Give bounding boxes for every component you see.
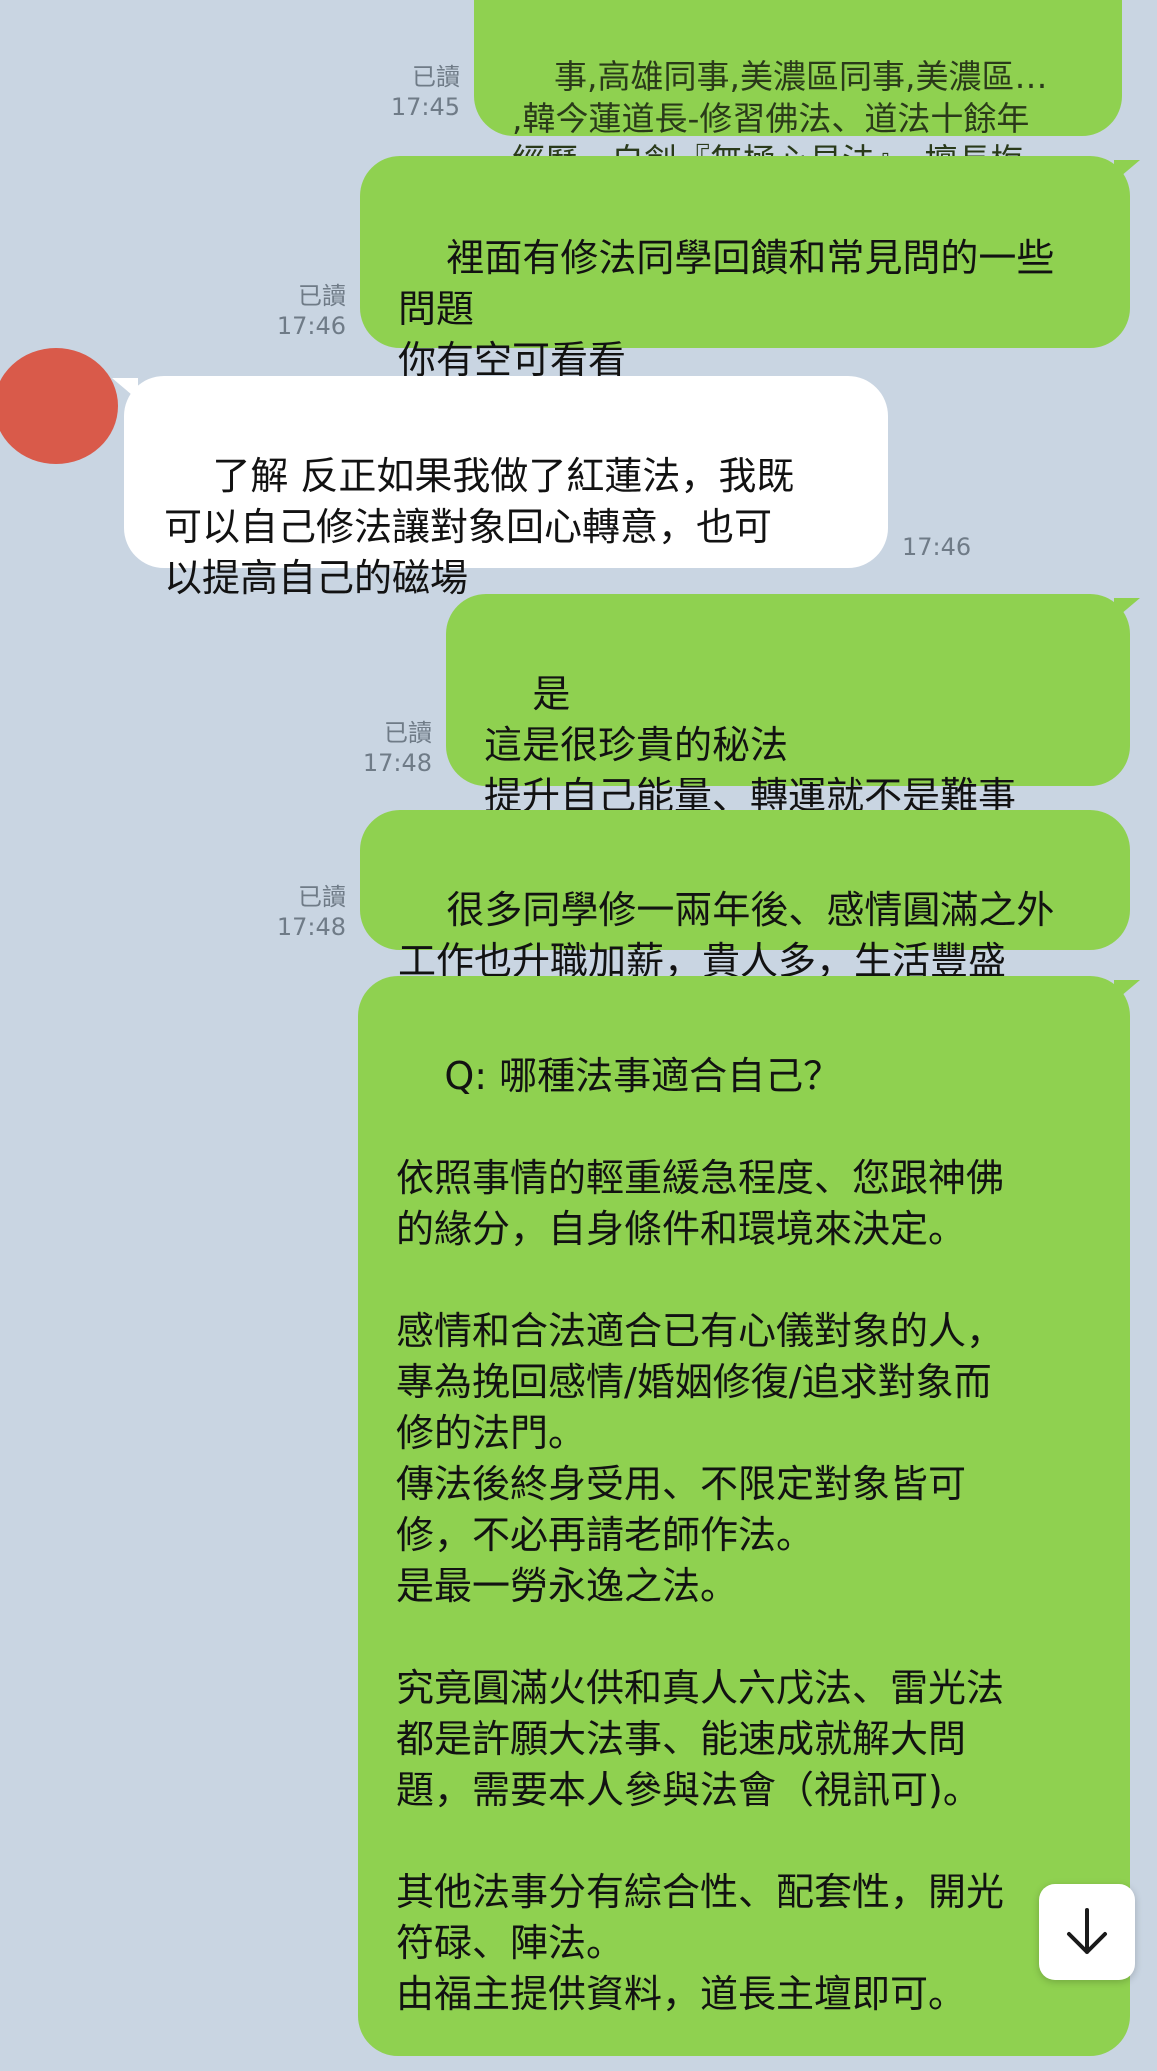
read-receipt: 已讀: [384, 719, 432, 747]
scroll-to-bottom-button[interactable]: [1039, 1884, 1135, 1980]
message-meta: 已讀 17:45: [370, 62, 460, 122]
message-meta: 已讀 17:48: [342, 718, 432, 778]
message-text: 是 這是很珍貴的秘法 提升自己能量、轉運就不是難事: [484, 672, 1017, 818]
read-receipt: 已讀: [298, 883, 346, 911]
bubble-tail: [112, 378, 138, 400]
message-meta: 已讀 17:46: [256, 281, 346, 341]
message-text: 裡面有修法同學回饋和常見問的一些 問題 你有空可看看: [398, 236, 1055, 382]
message-time: 17:46: [902, 533, 972, 561]
message-time: 17:48: [276, 913, 346, 941]
message-text: 了解 反正如果我做了紅蓮法，我既 可以自己修法讓對象回心轉意，也可 以提高自己的…: [164, 454, 795, 600]
message-bubble-outgoing[interactable]: 很多同學修一兩年後、感情圓滿之外 工作也升職加薪，貴人多，生活豐盛: [360, 810, 1130, 983]
message-time: 17:46: [276, 312, 346, 340]
message-meta: 已讀 17:48: [256, 882, 346, 942]
read-receipt: 已讀: [298, 282, 346, 310]
message-bubble-outgoing[interactable]: 裡面有修法同學回饋和常見問的一些 問題 你有空可看看: [360, 156, 1130, 382]
chat-area[interactable]: 事,高雄同事,美濃區同事,美濃區… ,韓今蓮道長-修習佛法、道法十餘年 經歷，自…: [0, 0, 1157, 2056]
message-bubble-outgoing[interactable]: 事,高雄同事,美濃區同事,美濃區… ,韓今蓮道長-修習佛法、道法十餘年 經歷，自…: [474, 0, 1122, 180]
message-text: Q: 哪種法事適合自己？ 依照事情的輕重緩急程度、您跟神佛 的緣分，自身條件和環…: [396, 1054, 1005, 2016]
message-bubble-outgoing[interactable]: 是 這是很珍貴的秘法 提升自己能量、轉運就不是難事: [446, 594, 1130, 818]
read-receipt: 已讀: [412, 63, 460, 91]
message-bubble-incoming[interactable]: 了解 反正如果我做了紅蓮法，我既 可以自己修法讓對象回心轉意，也可 以提高自己的…: [124, 376, 888, 600]
bubble-tail: [1114, 980, 1140, 1002]
bubble-tail: [1114, 160, 1140, 182]
message-text: 很多同學修一兩年後、感情圓滿之外 工作也升職加薪，貴人多，生活豐盛: [398, 888, 1055, 983]
bubble-tail: [1114, 598, 1140, 620]
message-time: 17:45: [390, 93, 460, 121]
message-bubble-outgoing[interactable]: Q: 哪種法事適合自己？ 依照事情的輕重緩急程度、您跟神佛 的緣分，自身條件和環…: [358, 976, 1130, 2056]
message-time: 17:48: [362, 749, 432, 777]
contact-avatar[interactable]: [0, 348, 118, 464]
arrow-down-icon: [1067, 1908, 1107, 1954]
